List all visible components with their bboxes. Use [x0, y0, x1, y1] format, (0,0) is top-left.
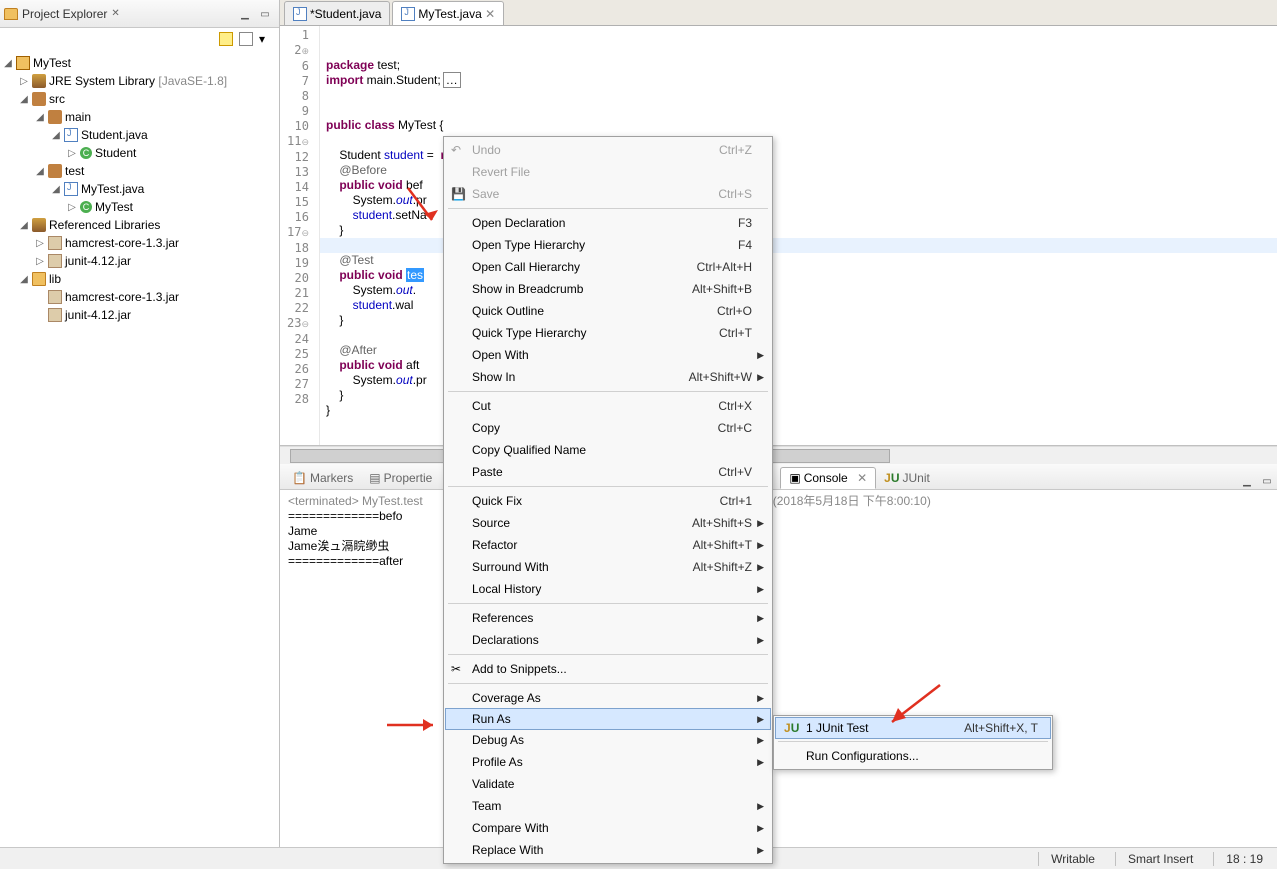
jre-node[interactable]: ▷JRE System Library [JavaSE-1.8] — [0, 72, 279, 90]
src-node[interactable]: ◢src — [0, 90, 279, 108]
file-mytest-java[interactable]: ◢MyTest.java — [0, 180, 279, 198]
tab-console[interactable]: ▣Console ✕ — [780, 467, 876, 489]
menu-open-with[interactable]: Open With▶ — [446, 344, 770, 366]
tab-markers[interactable]: 📋Markers — [284, 467, 361, 489]
editor-tabstrip: *Student.java MyTest.java ✕ — [280, 0, 1277, 26]
menu-local-history[interactable]: Local History▶ — [446, 578, 770, 600]
maximize-icon[interactable]: ▭ — [257, 6, 273, 22]
menu-copy[interactable]: CopyCtrl+C — [446, 417, 770, 439]
menu-profile-as[interactable]: Profile As▶ — [446, 751, 770, 773]
run-as-submenu: JU 1 JUnit TestAlt+Shift+X, T Run Config… — [773, 715, 1053, 770]
tab-junit[interactable]: JUJUnit — [876, 467, 938, 489]
lib-node[interactable]: ◢lib — [0, 270, 279, 288]
menu-show-in[interactable]: Show InAlt+Shift+W▶ — [446, 366, 770, 388]
menu-source[interactable]: SourceAlt+Shift+S▶ — [446, 512, 770, 534]
status-insert-mode: Smart Insert — [1115, 852, 1193, 866]
folder-icon — [4, 8, 18, 20]
status-cursor-pos: 18 : 19 — [1213, 852, 1263, 866]
menu-save[interactable]: 💾SaveCtrl+S — [446, 183, 770, 205]
minimize-icon[interactable]: ▁ — [237, 6, 253, 22]
code-editor[interactable]: 12⊕67891011⊖121314151617⊖181920212223⊖24… — [280, 26, 1277, 446]
tab-student[interactable]: *Student.java — [284, 1, 390, 25]
menu-validate[interactable]: Validate — [446, 773, 770, 795]
class-student[interactable]: ▷CStudent — [0, 144, 279, 162]
project-tree[interactable]: ◢MyTest ▷JRE System Library [JavaSE-1.8]… — [0, 50, 279, 851]
junit-icon: JU — [884, 471, 899, 485]
status-writable: Writable — [1038, 852, 1095, 866]
menu-copy-qualified[interactable]: Copy Qualified Name — [446, 439, 770, 461]
markers-icon: 📋 — [292, 471, 307, 485]
view-header: Project Explorer ✕ ▁ ▭ — [0, 0, 279, 28]
close-icon[interactable]: ✕ — [111, 8, 119, 19]
maximize-icon[interactable]: ▭ — [1259, 473, 1275, 489]
menu-compare-with[interactable]: Compare With▶ — [446, 817, 770, 839]
submenu-run-configurations[interactable]: Run Configurations... — [776, 745, 1050, 767]
save-icon: 💾 — [451, 187, 465, 201]
pkg-test[interactable]: ◢test — [0, 162, 279, 180]
menu-add-snippets[interactable]: ✂Add to Snippets... — [446, 658, 770, 680]
menu-team[interactable]: Team▶ — [446, 795, 770, 817]
menu-open-call-hierarchy[interactable]: Open Call HierarchyCtrl+Alt+H — [446, 256, 770, 278]
menu-debug-as[interactable]: Debug As▶ — [446, 729, 770, 751]
menu-replace-with[interactable]: Replace With▶ — [446, 839, 770, 861]
libjar-hamcrest[interactable]: hamcrest-core-1.3.jar — [0, 288, 279, 306]
close-icon[interactable]: ✕ — [485, 7, 495, 21]
menu-show-breadcrumb[interactable]: Show in BreadcrumbAlt+Shift+B — [446, 278, 770, 300]
menu-open-type-hierarchy[interactable]: Open Type HierarchyF4 — [446, 234, 770, 256]
menu-run-as[interactable]: Run As▶ — [445, 708, 771, 730]
collapse-all-icon[interactable] — [219, 32, 233, 46]
jar-junit[interactable]: ▷junit-4.12.jar — [0, 252, 279, 270]
menu-paste[interactable]: PasteCtrl+V — [446, 461, 770, 483]
menu-refactor[interactable]: RefactorAlt+Shift+T▶ — [446, 534, 770, 556]
menu-undo[interactable]: ↶UndoCtrl+Z — [446, 139, 770, 161]
project-node[interactable]: ◢MyTest — [0, 54, 279, 72]
jar-hamcrest[interactable]: ▷hamcrest-core-1.3.jar — [0, 234, 279, 252]
console-output[interactable]: <terminated> MyTest.teste (2018年5月18日 下午… — [280, 490, 1277, 869]
props-icon: ▤ — [369, 471, 380, 485]
editor-h-scroll[interactable] — [280, 446, 1277, 464]
close-icon[interactable]: ✕ — [857, 471, 867, 485]
pkg-main[interactable]: ◢main — [0, 108, 279, 126]
view-toolbar: ▾ — [0, 28, 279, 50]
menu-declarations[interactable]: Declarations▶ — [446, 629, 770, 651]
menu-surround-with[interactable]: Surround WithAlt+Shift+Z▶ — [446, 556, 770, 578]
class-mytest[interactable]: ▷CMyTest — [0, 198, 279, 216]
context-menu: ↶UndoCtrl+Z Revert File 💾SaveCtrl+S Open… — [443, 136, 773, 864]
submenu-junit-test[interactable]: JU 1 JUnit TestAlt+Shift+X, T — [775, 717, 1051, 739]
menu-references[interactable]: References▶ — [446, 607, 770, 629]
snippet-icon: ✂ — [451, 662, 465, 676]
menu-open-declaration[interactable]: Open DeclarationF3 — [446, 212, 770, 234]
menu-quick-fix[interactable]: Quick FixCtrl+1 — [446, 490, 770, 512]
view-title: Project Explorer — [22, 7, 107, 21]
undo-icon: ↶ — [451, 143, 465, 157]
refs-node[interactable]: ◢Referenced Libraries — [0, 216, 279, 234]
file-student-java[interactable]: ◢Student.java — [0, 126, 279, 144]
view-menu-icon[interactable]: ▾ — [259, 32, 273, 46]
tab-mytest[interactable]: MyTest.java ✕ — [392, 1, 504, 25]
link-editor-icon[interactable] — [239, 32, 253, 46]
menu-revert[interactable]: Revert File — [446, 161, 770, 183]
tab-properties[interactable]: ▤Propertie — [361, 467, 440, 489]
console-icon: ▣ — [789, 471, 800, 485]
minimize-icon[interactable]: ▁ — [1239, 473, 1255, 489]
line-gutter: 12⊕67891011⊖121314151617⊖181920212223⊖24… — [280, 26, 320, 445]
menu-cut[interactable]: CutCtrl+X — [446, 395, 770, 417]
bottom-tabstrip: 📋Markers ▤Propertie ▣Console ✕ JUJUnit ▁… — [280, 464, 1277, 490]
menu-quick-outline[interactable]: Quick OutlineCtrl+O — [446, 300, 770, 322]
junit-icon: JU — [784, 721, 799, 735]
project-explorer-view: Project Explorer ✕ ▁ ▭ ▾ ◢MyTest ▷JRE Sy… — [0, 0, 280, 869]
menu-coverage-as[interactable]: Coverage As▶ — [446, 687, 770, 709]
menu-quick-type-hierarchy[interactable]: Quick Type HierarchyCtrl+T — [446, 322, 770, 344]
libjar-junit[interactable]: junit-4.12.jar — [0, 306, 279, 324]
